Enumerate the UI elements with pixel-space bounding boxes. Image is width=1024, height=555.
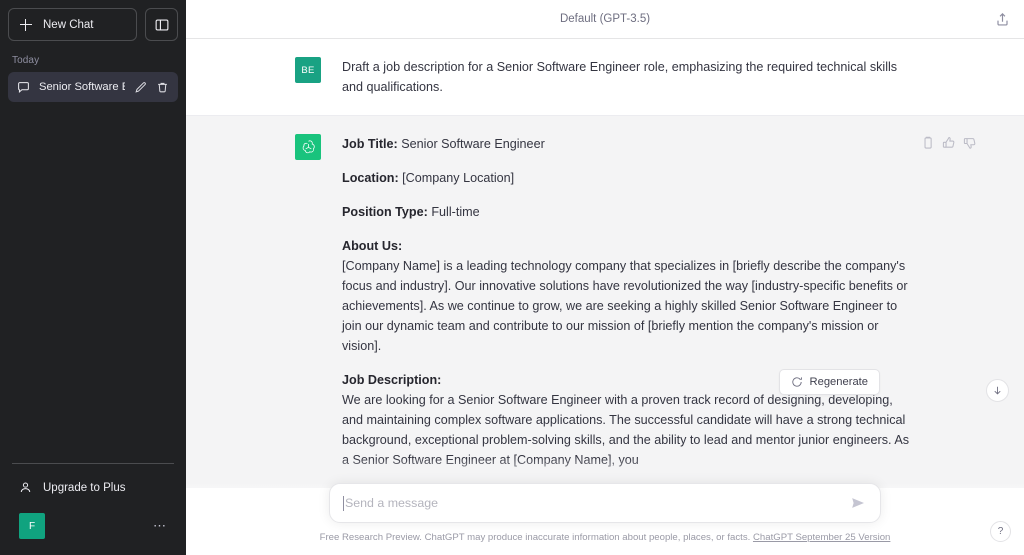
ellipsis-icon[interactable]: ⋯ — [153, 522, 167, 530]
sidebar-section-label: Today — [0, 41, 186, 72]
assistant-block: About Us: — [342, 236, 915, 256]
text-caret — [343, 496, 344, 511]
message-input-box[interactable]: Send a message — [329, 483, 881, 523]
message-input-placeholder[interactable]: Send a message — [345, 496, 850, 510]
plus-icon — [20, 19, 32, 31]
copy-icon[interactable] — [921, 136, 935, 150]
thumbs-down-icon[interactable] — [963, 136, 977, 150]
user-message-paragraph: Draft a job description for a Senior Sof… — [342, 57, 915, 97]
assistant-message-text: Job Title: Senior Software Engineer Loca… — [342, 134, 915, 470]
sidebar-top-actions: New Chat — [0, 0, 186, 41]
refresh-icon — [791, 376, 803, 388]
message-actions — [921, 136, 977, 150]
message-thread: BE Draft a job description for a Senior … — [186, 39, 1024, 555]
assistant-block-label: About Us: — [342, 239, 402, 253]
chat-list-item[interactable]: Senior Software Engine — [8, 72, 178, 102]
chat-list-item-title: Senior Software Engine — [39, 81, 125, 93]
assistant-block-label: Position Type: — [342, 205, 428, 219]
new-chat-label: New Chat — [43, 19, 94, 31]
assistant-block-label: Job Title: — [342, 137, 398, 151]
assistant-block-text: [Company Name] is a leading technology c… — [342, 259, 908, 353]
assistant-block-text: Senior Software Engineer — [398, 137, 545, 151]
sidebar-spacer — [0, 102, 186, 463]
sidebar: New Chat Today Senior Softwar — [0, 0, 186, 555]
openai-logo-icon — [300, 139, 317, 156]
assistant-block-text: Full-time — [428, 205, 480, 219]
upgrade-to-plus-label: Upgrade to Plus — [43, 482, 125, 494]
sidebar-toggle-button[interactable] — [145, 8, 178, 41]
sidebar-divider — [12, 463, 174, 464]
chatgpt-app: New Chat Today Senior Softwar — [0, 0, 1024, 555]
regenerate-button[interactable]: Regenerate — [779, 369, 880, 395]
main-panel: Default (GPT-3.5) BE Draft a job descrip… — [186, 0, 1024, 555]
arrow-down-icon — [992, 385, 1003, 396]
assistant-block-text: [Company Location] — [399, 171, 515, 185]
thumbs-up-icon[interactable] — [942, 136, 956, 150]
user-avatar: BE — [295, 57, 321, 83]
scroll-to-bottom-button[interactable] — [986, 379, 1009, 402]
share-upload-icon — [995, 12, 1010, 27]
help-button[interactable]: ? — [990, 521, 1011, 542]
person-icon — [19, 481, 32, 494]
assistant-block: [Company Name] is a leading technology c… — [342, 256, 915, 356]
avatar: F — [19, 513, 45, 539]
model-title: Default (GPT-3.5) — [560, 13, 650, 25]
assistant-block-label: Location: — [342, 171, 399, 185]
new-chat-button[interactable]: New Chat — [8, 8, 137, 41]
user-message-text: Draft a job description for a Senior Sof… — [342, 57, 915, 97]
account-button[interactable]: F ⋯ — [8, 505, 178, 547]
assistant-block: Position Type: Full-time — [342, 202, 915, 222]
disclaimer-text: Free Research Preview. ChatGPT may produ… — [320, 532, 751, 543]
assistant-block-label: Job Description: — [342, 373, 441, 387]
assistant-message: Job Title: Senior Software Engineer Loca… — [186, 116, 1024, 488]
send-arrow-icon[interactable] — [850, 495, 866, 511]
assistant-block: Job Title: Senior Software Engineer — [342, 134, 915, 154]
message-bubble-icon — [17, 81, 30, 94]
version-link[interactable]: ChatGPT September 25 Version — [753, 532, 890, 543]
sidebar-toggle-icon — [155, 18, 169, 32]
footer-disclaimer: Free Research Preview. ChatGPT may produ… — [186, 523, 1024, 551]
upgrade-to-plus-button[interactable]: Upgrade to Plus — [8, 470, 178, 505]
assistant-block: Location: [Company Location] — [342, 168, 915, 188]
trash-icon[interactable] — [156, 81, 169, 94]
sidebar-footer: Upgrade to Plus F ⋯ — [0, 463, 186, 555]
regenerate-label: Regenerate — [810, 376, 868, 388]
chat-header: Default (GPT-3.5) — [186, 0, 1024, 39]
assistant-block: We are looking for a Senior Software Eng… — [342, 390, 915, 470]
share-button[interactable] — [991, 8, 1013, 30]
user-message: BE Draft a job description for a Senior … — [186, 39, 1024, 116]
pencil-icon[interactable] — [134, 81, 147, 94]
chat-history-list: Senior Software Engine — [0, 72, 186, 102]
assistant-block-text: We are looking for a Senior Software Eng… — [342, 393, 909, 467]
assistant-avatar — [295, 134, 321, 160]
composer-area: Regenerate Send a message — [186, 483, 1024, 555]
